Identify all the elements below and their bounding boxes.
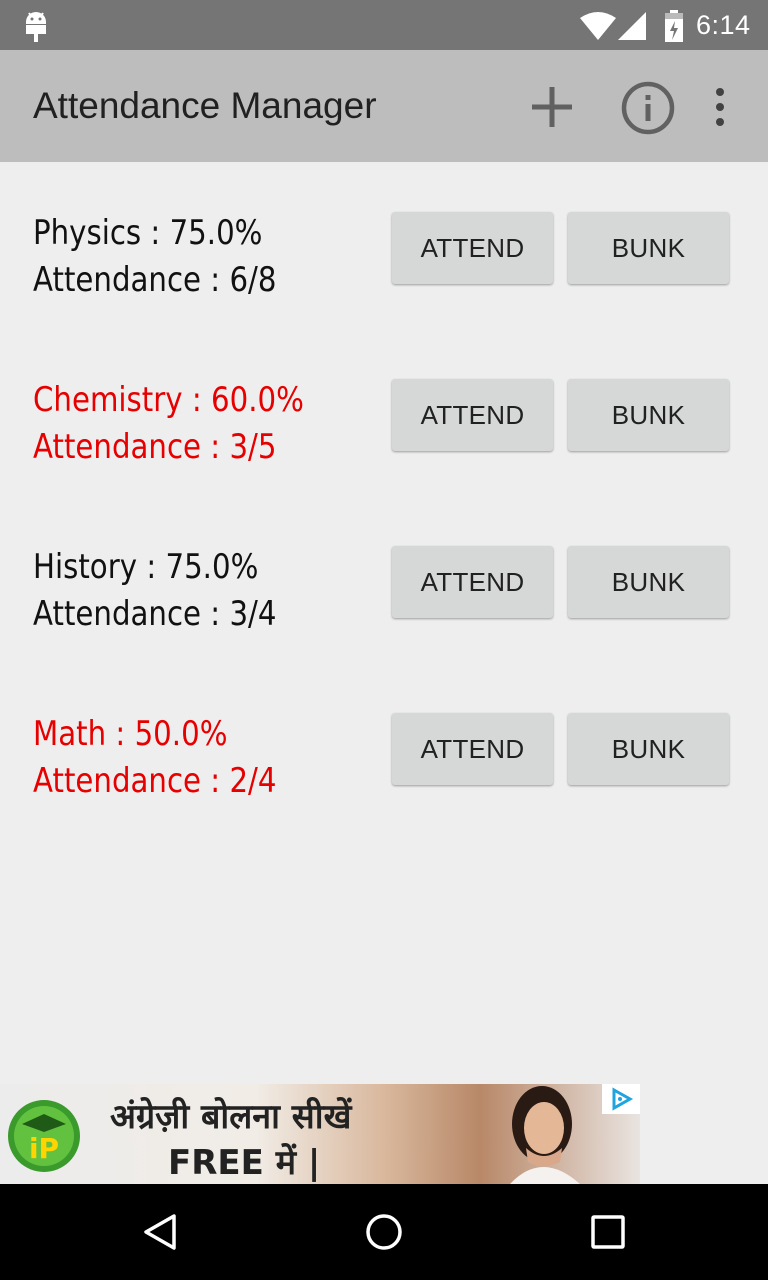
subject-row: Math : 50.0% Attendance : 2/4 ATTEND BUN… — [0, 711, 768, 821]
subject-row: Chemistry : 60.0% Attendance : 3/5 ATTEN… — [0, 377, 768, 487]
page-title: Attendance Manager — [33, 85, 377, 126]
subject-name-percentage: Chemistry : 60.0% — [33, 380, 304, 420]
recents-icon[interactable] — [590, 1214, 626, 1250]
navigation-bar — [0, 1184, 768, 1280]
attend-button[interactable]: ATTEND — [392, 212, 553, 284]
status-bar: 6:14 — [0, 0, 768, 50]
overflow-menu-icon[interactable] — [706, 86, 734, 128]
subject-info: Physics : 75.0% Attendance : 6/8 — [33, 210, 277, 304]
subject-name-percentage: Physics : 75.0% — [33, 213, 263, 253]
ad-choices-icon[interactable] — [602, 1084, 640, 1114]
subject-row: History : 75.0% Attendance : 3/4 ATTEND … — [0, 544, 768, 654]
wifi-icon — [580, 12, 616, 40]
ad-banner[interactable]: iP अंग्रेज़ी बोलना सीखें FREE में | — [0, 1084, 640, 1184]
subject-attendance-count: Attendance : 2/4 — [33, 761, 277, 801]
back-icon[interactable] — [140, 1212, 180, 1252]
subject-attendance-count: Attendance : 3/5 — [33, 427, 277, 467]
ad-subline: FREE में | — [168, 1143, 321, 1183]
home-icon[interactable] — [364, 1212, 404, 1252]
subject-attendance-count: Attendance : 6/8 — [33, 260, 277, 300]
status-time: 6:14 — [696, 10, 751, 40]
app-bar: Attendance Manager — [0, 50, 768, 162]
bunk-button[interactable]: BUNK — [568, 546, 729, 618]
subject-info: Chemistry : 60.0% Attendance : 3/5 — [33, 377, 304, 471]
battery-icon — [665, 10, 683, 42]
ad-logo-text: iP — [29, 1132, 59, 1165]
bunk-button[interactable]: BUNK — [568, 212, 729, 284]
signal-icon — [618, 12, 646, 40]
ad-headline: अंग्रेज़ी बोलना सीखें — [110, 1097, 352, 1137]
add-icon[interactable] — [530, 85, 574, 129]
bunk-button[interactable]: BUNK — [568, 713, 729, 785]
attend-button[interactable]: ATTEND — [392, 713, 553, 785]
attend-button[interactable]: ATTEND — [392, 379, 553, 451]
subject-row: Physics : 75.0% Attendance : 6/8 ATTEND … — [0, 210, 768, 320]
subject-name-percentage: History : 75.0% — [33, 547, 259, 587]
subject-name-percentage: Math : 50.0% — [33, 714, 228, 754]
android-icon — [26, 12, 46, 42]
attend-button[interactable]: ATTEND — [392, 546, 553, 618]
subject-info: History : 75.0% Attendance : 3/4 — [33, 544, 277, 638]
ad-person-image — [510, 1086, 580, 1184]
info-icon[interactable] — [620, 80, 676, 136]
bunk-button[interactable]: BUNK — [568, 379, 729, 451]
subject-info: Math : 50.0% Attendance : 2/4 — [33, 711, 277, 805]
ad-logo-icon: iP — [8, 1100, 80, 1172]
subject-attendance-count: Attendance : 3/4 — [33, 594, 277, 634]
